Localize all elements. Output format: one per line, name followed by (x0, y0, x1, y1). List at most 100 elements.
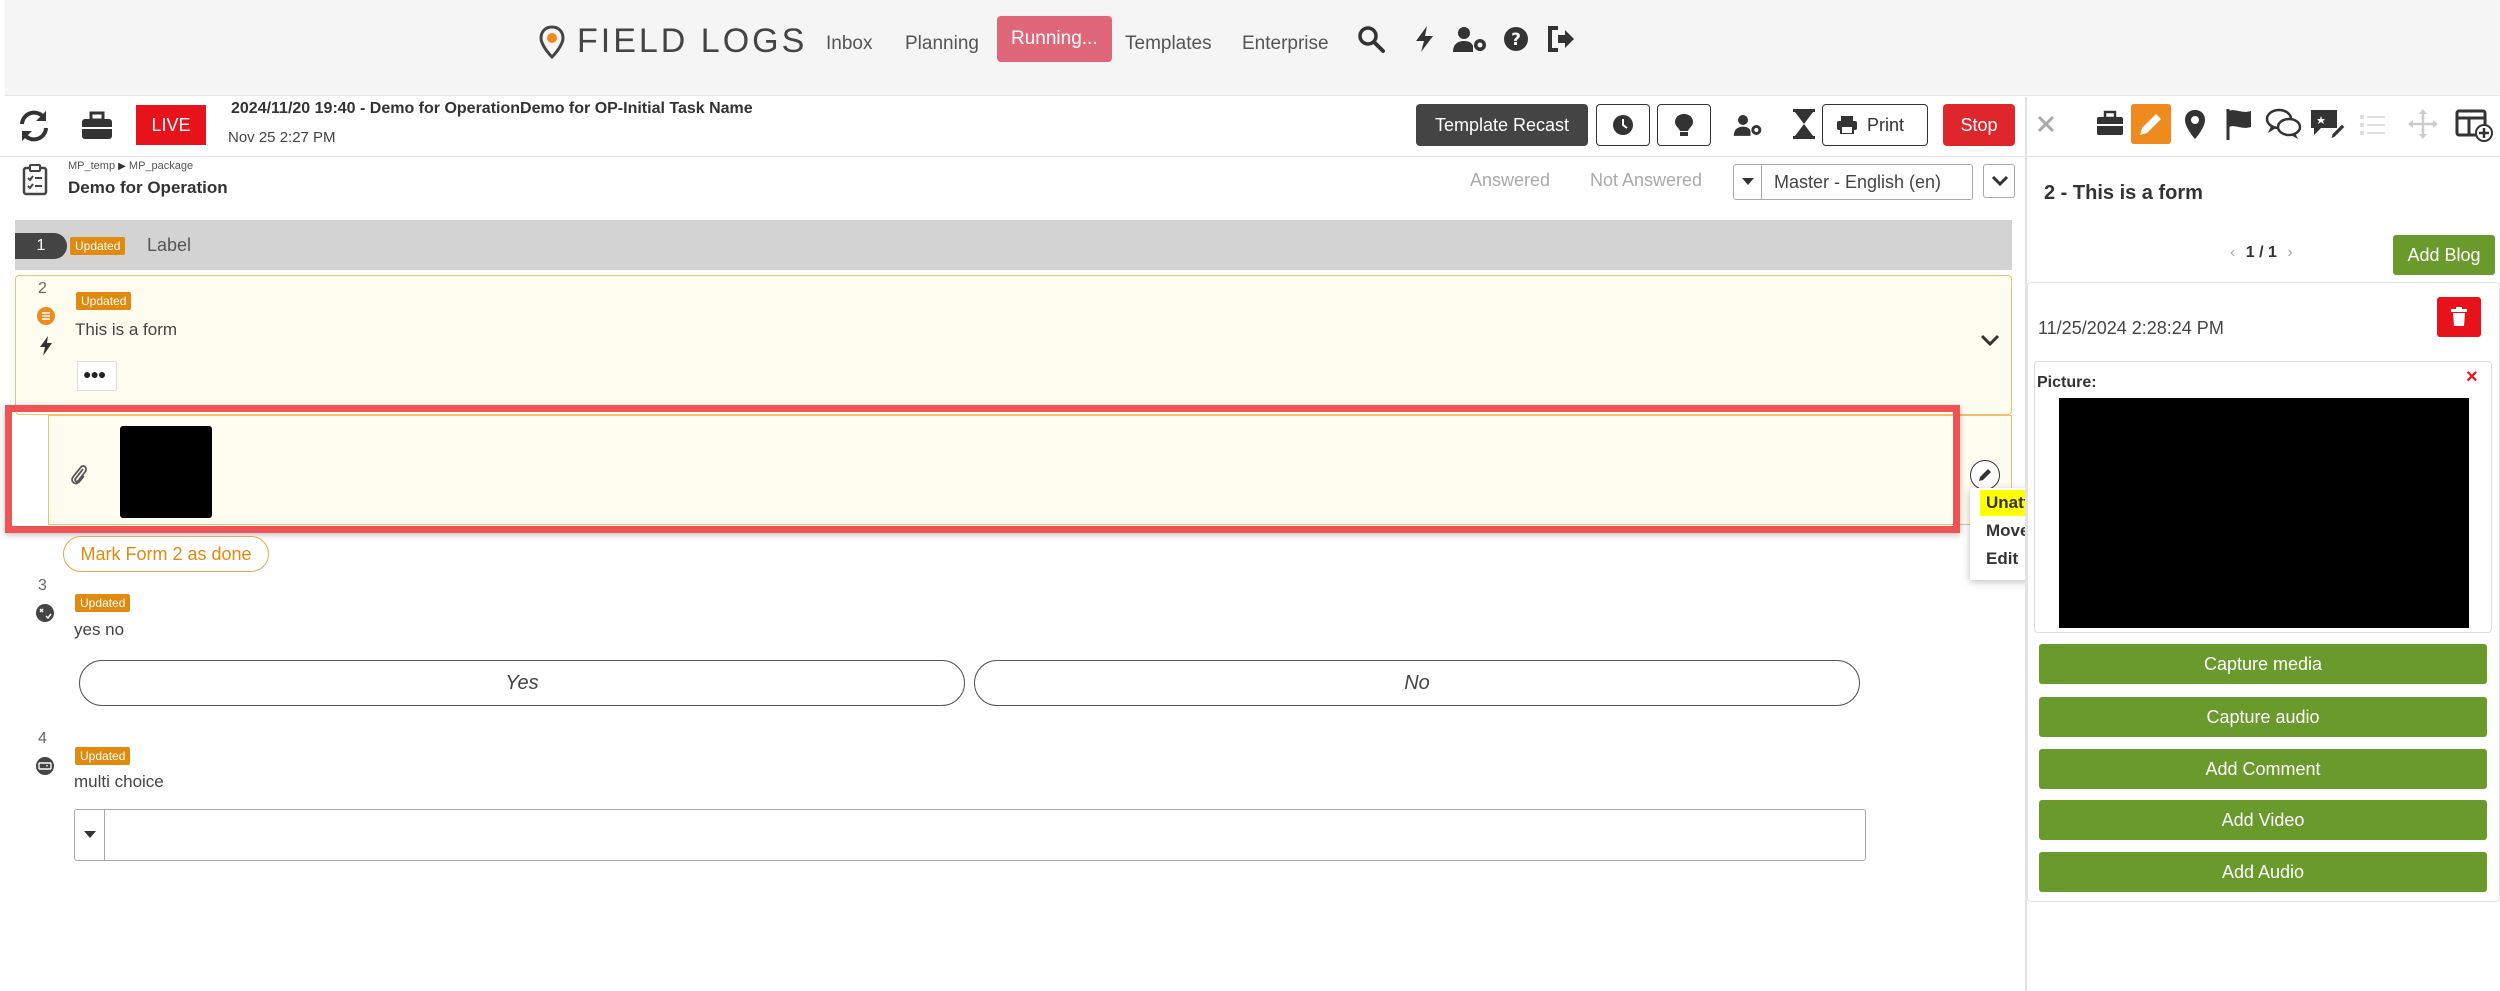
trash-icon (2451, 307, 2467, 326)
stop-button[interactable]: Stop (1943, 104, 2015, 146)
nav-inbox[interactable]: Inbox (826, 24, 872, 64)
dropdown-question-icon (36, 757, 54, 775)
capture-audio-button[interactable]: Capture audio (2039, 697, 2487, 737)
highlight-box (5, 405, 1960, 533)
picture-image[interactable] (2059, 398, 2469, 628)
template-recast-button[interactable]: Template Recast (1416, 104, 1588, 146)
edit-attachment-button[interactable] (1970, 460, 2000, 490)
add-comment-button[interactable]: Add Comment (2039, 749, 2487, 789)
print-label: Print (1867, 115, 1905, 135)
print-button[interactable]: Print (1822, 104, 1928, 146)
menu-item-edit[interactable]: Edit (1980, 546, 2024, 572)
nav-planning[interactable]: Planning (905, 24, 979, 64)
fieldlogs-logo[interactable]: FIELD LOGS (539, 22, 807, 61)
item-number: 3 (38, 577, 47, 594)
item-number: 1 (15, 233, 67, 259)
language-selected-value: Master - English (en) (1774, 172, 1942, 192)
nav-running[interactable]: Running... (997, 16, 1112, 62)
task-date: Nov 25 2:27 PM (228, 129, 336, 146)
map-marker-icon[interactable] (2175, 104, 2215, 144)
list-icon (2360, 115, 2385, 135)
add-blog-button[interactable]: Add Blog (2393, 235, 2495, 275)
edit-tool-button[interactable] (2131, 104, 2171, 144)
comments-icon[interactable] (2263, 104, 2303, 144)
pager-value: 1 / 1 (2245, 244, 2277, 261)
updated-badge: Updated (75, 594, 131, 612)
item-label: multi choice (74, 772, 164, 791)
live-badge: LIVE (136, 105, 206, 145)
pencil-icon (1979, 469, 1991, 481)
close-icon[interactable] (2034, 112, 2058, 136)
nav-enterprise[interactable]: Enterprise (1242, 24, 1329, 64)
location-pin-logo-icon (539, 24, 565, 59)
language-select[interactable]: Master - English (en) (1733, 164, 1973, 200)
printer-icon (1837, 116, 1857, 134)
updated-badge: Updated (70, 237, 126, 255)
task-title: 2024/11/20 19:40 - Demo for OperationDem… (231, 100, 753, 117)
filter-answered[interactable]: Answered (1470, 170, 1550, 191)
form-list-icon (37, 307, 55, 325)
add-panel-icon[interactable] (2454, 104, 2494, 144)
hourglass-icon[interactable] (1792, 108, 1816, 140)
more-options-button[interactable]: ●●● (77, 361, 117, 391)
flag-icon[interactable] (2219, 104, 2259, 144)
item-number: 2 (38, 280, 47, 297)
search-icon[interactable] (1356, 24, 1386, 54)
logo-text: FIELD LOGS (577, 22, 808, 60)
chevron-right-icon[interactable]: › (2287, 244, 2292, 261)
nav-templates[interactable]: Templates (1125, 24, 1212, 64)
caret-down-icon (1734, 165, 1762, 199)
breadcrumb-item[interactable]: MP_package (129, 160, 193, 172)
lightbulb-icon (1675, 114, 1693, 136)
user-settings-icon[interactable] (1452, 24, 1488, 54)
logout-icon[interactable] (1546, 24, 1576, 54)
breadcrumb-item[interactable]: MP_temp (68, 160, 115, 172)
capture-media-button[interactable]: Capture media (2039, 644, 2487, 684)
item-number: 4 (38, 730, 47, 747)
multi-choice-select[interactable] (74, 809, 1866, 861)
breadcrumb-separator-icon: ▶ (118, 161, 126, 172)
language-collapse-button[interactable] (1983, 164, 2015, 198)
item-label: yes no (74, 620, 125, 639)
user-settings-icon[interactable] (1733, 112, 1763, 138)
move-arrows-icon[interactable] (2403, 104, 2443, 144)
comment-edit-icon[interactable] (2307, 104, 2347, 144)
svg-text:?: ? (1511, 30, 1521, 50)
lightning-icon[interactable] (1410, 24, 1440, 54)
lightning-icon (40, 336, 52, 356)
hint-button[interactable] (1657, 104, 1711, 146)
form-item-2[interactable]: 2 Updated This is a form ●●● (15, 275, 2012, 415)
item-label: This is a form (75, 320, 178, 339)
yes-no-icon (36, 604, 54, 622)
schedule-button[interactable] (1596, 104, 1650, 146)
no-option-button[interactable]: No (974, 660, 1860, 706)
remove-picture-close-icon[interactable]: × (2466, 366, 2478, 389)
filter-not-answered[interactable]: Not Answered (1590, 170, 1702, 191)
item-label: Label (147, 235, 192, 255)
clock-icon (1613, 115, 1633, 135)
yes-option-button[interactable]: Yes (79, 660, 965, 706)
blog-timestamp: 11/25/2024 2:28:24 PM (2038, 318, 2224, 338)
blog-pager: ‹ 1 / 1 › (2230, 244, 2293, 262)
picture-label: Picture: (2037, 374, 2097, 391)
updated-badge: Updated (75, 747, 131, 765)
panel-title: 2 - This is a form (2044, 182, 2203, 204)
mark-form-done-button[interactable]: Mark Form 2 as done (63, 536, 269, 572)
pencil-icon (2140, 114, 2161, 135)
help-icon[interactable]: ? (1501, 24, 1531, 54)
updated-badge: Updated (76, 292, 132, 310)
refresh-icon[interactable] (16, 108, 52, 144)
add-audio-button[interactable]: Add Audio (2039, 852, 2487, 892)
briefcase-icon[interactable] (79, 108, 115, 144)
chevron-down-icon[interactable] (1978, 328, 2002, 352)
briefcase-icon[interactable] (2090, 104, 2130, 144)
form-item-1[interactable]: 1 Updated Label (15, 220, 2012, 270)
page-title: Demo for Operation (68, 178, 228, 197)
caret-down-icon (75, 810, 105, 860)
delete-blog-button[interactable] (2437, 297, 2481, 337)
more-icon: ●●● (83, 366, 106, 382)
breadcrumb: MP_temp ▶ MP_package (68, 160, 193, 172)
chevron-left-icon[interactable]: ‹ (2230, 244, 2235, 261)
add-video-button[interactable]: Add Video (2039, 800, 2487, 840)
checklist-icon (22, 164, 48, 196)
